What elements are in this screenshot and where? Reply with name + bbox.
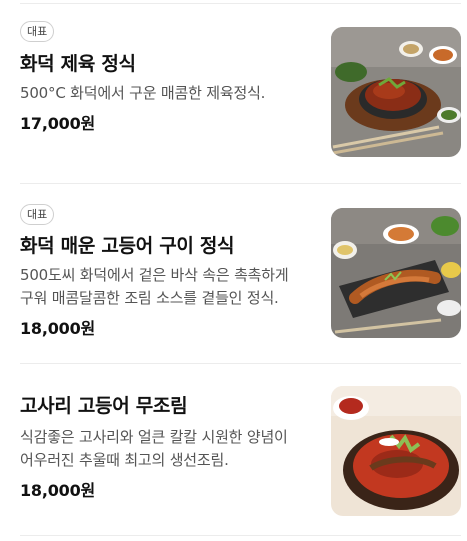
- menu-item-jeyuk[interactable]: 대표 화덕 제육 정식 500°C 화덕에서 구운 매콤한 제육정식. 17,0…: [0, 18, 467, 158]
- menu-item-description: 식감좋은 고사리와 얼큰 칼칼 시원한 양념이 어우러진 추울때 최고의 생선조…: [20, 428, 288, 469]
- menu-item-info: 대표 화덕 매운 고등어 구이 정식 500도씨 화덕에서 겉은 바삭 속은 촉…: [20, 203, 310, 339]
- menu-item-info: 고사리 고등어 무조림 식감좋은 고사리와 얼큰 칼칼 시원한 양념이 어우러진…: [20, 391, 310, 501]
- menu-item-photo-mackerel-grill[interactable]: [331, 208, 461, 338]
- menu-item-description: 500°C 화덕에서 구운 매콤한 제육정식.: [20, 84, 266, 102]
- menu-item-price: 18,000원: [20, 481, 96, 500]
- menu-item-name: 화덕 제육 정식: [20, 53, 136, 75]
- menu-item-photo-mackerel-braise[interactable]: [331, 386, 461, 516]
- menu-item-mackerel-braise[interactable]: 고사리 고등어 무조림 식감좋은 고사리와 얼큰 칼칼 시원한 양념이 어우러진…: [0, 380, 467, 520]
- menu-item-mackerel-grill[interactable]: 대표 화덕 매운 고등어 구이 정식 500도씨 화덕에서 겉은 바삭 속은 촉…: [0, 200, 467, 340]
- signature-badge: 대표: [20, 204, 55, 225]
- menu-item-name: 고사리 고등어 무조림: [20, 395, 188, 417]
- divider: [20, 183, 461, 184]
- menu-item-price: 17,000원: [20, 114, 96, 133]
- signature-badge: 대표: [20, 21, 55, 42]
- menu-item-info: 대표 화덕 제육 정식 500°C 화덕에서 구운 매콤한 제육정식. 17,0…: [20, 20, 310, 134]
- divider: [20, 3, 461, 4]
- divider: [20, 535, 461, 536]
- menu-item-photo-jeyuk[interactable]: [331, 27, 461, 157]
- food-photo-image: [331, 386, 461, 516]
- food-photo-image: [331, 27, 461, 157]
- food-photo-image: [331, 208, 461, 338]
- menu-item-description: 500도씨 화덕에서 겉은 바삭 속은 촉촉하게 구워 매콤달콤한 조림 소스를…: [20, 266, 289, 307]
- menu-item-price: 18,000원: [20, 319, 96, 338]
- menu-item-name: 화덕 매운 고등어 구이 정식: [20, 235, 235, 257]
- divider: [20, 363, 461, 364]
